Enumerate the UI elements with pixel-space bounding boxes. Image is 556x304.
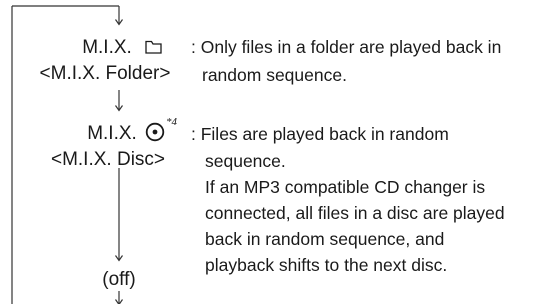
mode-folder-name: M.I.X. [82,37,132,58]
footnote-marker: *4 [166,116,177,128]
mode-disc-description-line-6: playback shifts to the next disc. [205,255,448,275]
mode-disc-label: <M.I.X. Disc> [50,149,166,170]
mode-disc-description-line-2: sequence. [205,151,286,171]
mode-folder-label: <M.I.X. Folder> [39,63,171,84]
mode-off-label: (off) [102,269,136,290]
mode-disc-description-line-4: connected, all files in a disc are playe… [205,203,505,223]
folder-icon [145,40,162,54]
mode-folder-description-line-2: random sequence. [202,65,347,85]
mode-disc-description-line-5: back in random sequence, and [205,229,445,249]
mode-folder-description-line-1: : Only files in a folder are played back… [191,37,502,57]
disc-icon [145,122,165,142]
mode-disc-name: M.I.X. [87,123,137,144]
mode-disc-description-line-1: : Files are played back in random [191,124,449,144]
mode-disc-description-line-3: If an MP3 compatible CD changer is [205,177,486,197]
